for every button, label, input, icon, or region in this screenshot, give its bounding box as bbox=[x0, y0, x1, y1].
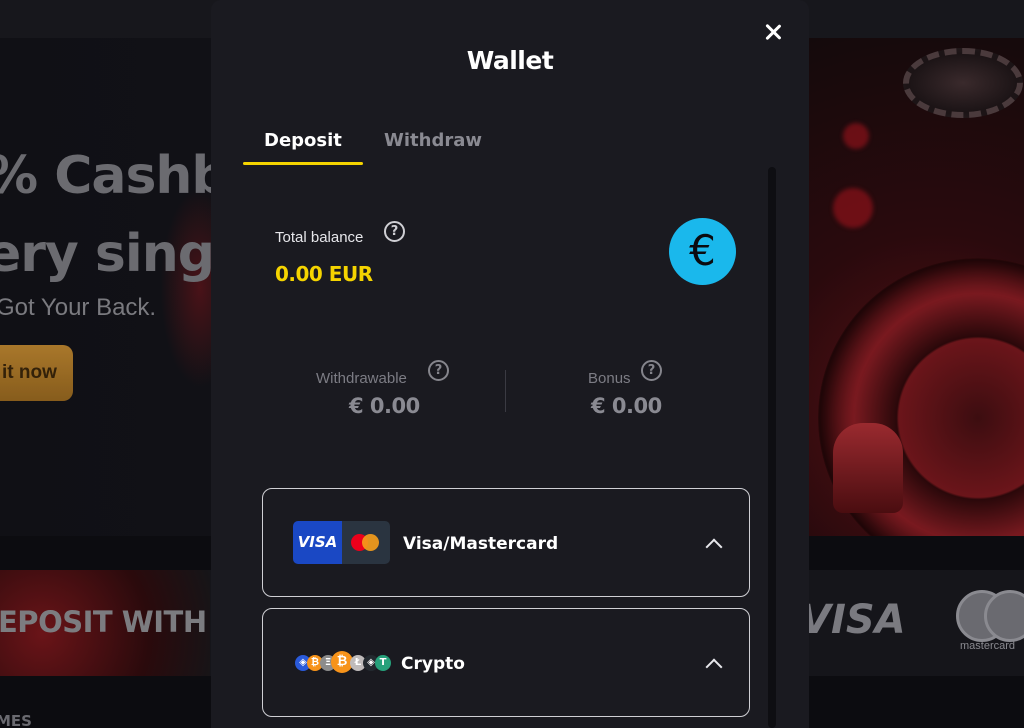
card-logos: VISA bbox=[293, 521, 390, 564]
scrollbar[interactable] bbox=[768, 167, 776, 728]
tab-withdraw[interactable]: Withdraw bbox=[384, 130, 482, 151]
mastercard-wordmark: mastercard bbox=[960, 640, 1016, 652]
help-icon[interactable]: ? bbox=[384, 221, 405, 242]
payment-method-visa-mastercard[interactable]: VISA Visa/Mastercard bbox=[262, 488, 750, 597]
visa-icon: VISA bbox=[293, 521, 342, 564]
mastercard-yellow-circle bbox=[362, 534, 379, 551]
withdrawable-value: € 0.00 bbox=[349, 394, 420, 418]
euro-currency-icon: € bbox=[669, 218, 736, 285]
close-button[interactable] bbox=[757, 16, 789, 48]
games-section-label: MES bbox=[0, 712, 32, 728]
wallet-modal: Wallet Deposit Withdraw Total balance ? … bbox=[211, 0, 809, 728]
payment-method-name: Crypto bbox=[401, 654, 465, 674]
hero-title-line2: ery singl bbox=[0, 224, 232, 284]
bokeh-dot bbox=[843, 123, 869, 149]
visa-logo: VISA bbox=[800, 597, 906, 643]
chevron-up-icon[interactable] bbox=[703, 653, 725, 675]
tab-deposit[interactable]: Deposit bbox=[264, 130, 342, 151]
roulette-image bbox=[808, 38, 1024, 536]
total-balance-value: 0.00 EUR bbox=[275, 262, 373, 286]
withdrawable-label: Withdrawable bbox=[316, 370, 407, 387]
bokeh-dot bbox=[833, 188, 873, 228]
payment-method-name: Visa/Mastercard bbox=[403, 534, 559, 554]
modal-title: Wallet bbox=[466, 46, 554, 75]
chevron-up-icon[interactable] bbox=[703, 533, 725, 555]
active-tab-indicator bbox=[243, 162, 363, 165]
mastercard-icon bbox=[342, 521, 390, 564]
balance-divider bbox=[505, 370, 506, 412]
roulette-hub-image bbox=[833, 423, 903, 513]
bonus-label: Bonus bbox=[588, 370, 631, 387]
help-icon[interactable]: ? bbox=[428, 360, 449, 381]
crypto-icons: ◈ ₿ Ξ ₿ Ł ◈ T bbox=[295, 651, 395, 675]
promo-strip-text: EPOSIT WITH S bbox=[0, 605, 237, 639]
mastercard-logo bbox=[956, 590, 1024, 642]
hero-subtitle: Got Your Back. bbox=[0, 294, 157, 321]
hero-cta-button[interactable]: it now bbox=[0, 345, 73, 401]
hero-title-line1: % Cashb bbox=[0, 146, 229, 206]
casino-chip-image bbox=[903, 48, 1023, 118]
help-icon[interactable]: ? bbox=[641, 360, 662, 381]
screen: % Cashb ery singl Got Your Back. it now … bbox=[0, 0, 1024, 728]
bonus-value: € 0.00 bbox=[591, 394, 662, 418]
total-balance-label: Total balance bbox=[275, 229, 364, 246]
tether-icon: T bbox=[375, 655, 391, 671]
payment-method-crypto[interactable]: ◈ ₿ Ξ ₿ Ł ◈ T Crypto bbox=[262, 608, 750, 717]
